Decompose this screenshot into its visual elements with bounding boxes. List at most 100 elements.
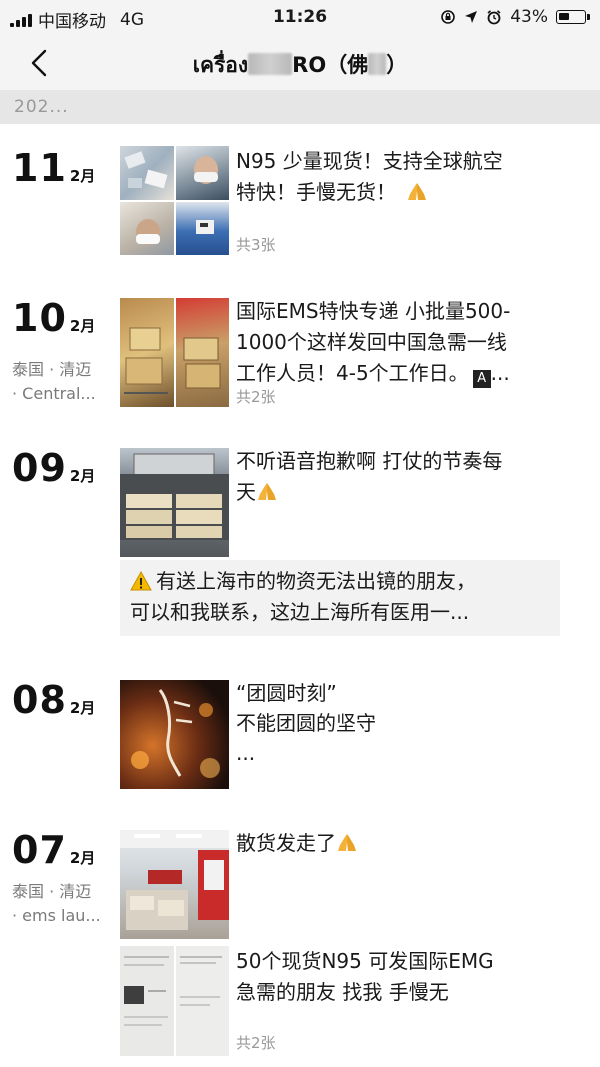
post-month: 2月 [69,167,96,185]
post-text: “团圆时刻” 不能团圆的坚守 ... [236,678,576,768]
post-date: 10 2月 [12,296,95,340]
alarm-icon [487,10,501,25]
photo-grid[interactable] [120,946,229,1056]
photo-thumbnail[interactable] [120,146,174,200]
photo-thumbnail[interactable] [120,830,229,939]
post-text-line: “团圆时刻” [236,681,337,705]
status-icons: 43% [440,7,590,27]
photo-detail [179,956,222,1006]
post-month: 2月 [69,699,96,717]
photo-grid[interactable] [120,146,229,255]
redaction-blur [368,53,387,75]
moment-post[interactable]: 11 2月 N95 少量现货！支持全球航空 特快！手慢无货！ 共3张 [0,146,600,266]
photo-detail [183,337,220,389]
post-date: 08 2月 [12,678,95,722]
photo-detail [195,219,214,234]
shared-text-line: 可以和我联系，这边上海所有医用一... [130,600,470,624]
moment-post[interactable]: 07 2月 泰国 · 清迈 · ems lau... 散货发走了 50个现货N95… [0,828,600,1058]
post-text-line: 不能团圆的坚守 [236,711,376,735]
photo-thumbnail[interactable] [120,448,229,557]
photo-grid[interactable] [120,680,229,789]
redaction-blur [248,53,293,75]
photo-thumbnail[interactable] [175,946,229,1056]
photo-thumbnail[interactable] [120,298,174,407]
post-text-line: N95 少量现货！支持全球航空 [236,149,503,173]
post-month: 2月 [69,467,96,485]
post-text-line: ... [236,741,256,765]
photo-detail [120,830,229,930]
photo-detail [124,151,168,189]
year-header: 202... [0,90,600,124]
photo-count: 共2张 [236,1034,276,1052]
shared-text-line: 有送上海市的物资无法出镜的朋友， [156,569,476,593]
post-month: 2月 [69,849,96,867]
photo-detail [136,218,160,245]
post-text-line: 天 [236,480,256,504]
nav-bar: เครื่อง RO（佛 ） [0,36,600,90]
shared-article-card[interactable]: 有送上海市的物资无法出镜的朋友， 可以和我联系，这边上海所有医用一... [120,560,560,636]
photo-grid[interactable] [120,448,229,557]
moment-post[interactable]: 08 2月 “团圆时刻” 不能团圆的坚守 ... [0,678,600,798]
praying-hands-icon [338,834,356,851]
post-text-line: 特快！手慢无货！ [236,180,396,204]
post-text: N95 少量现货！支持全球航空 特快！手慢无货！ [236,146,576,208]
post-text-line: 不听语音抱歉啊 打仗的节奏每 [236,449,503,473]
photo-thumbnail[interactable] [175,146,229,200]
moment-post[interactable]: 09 2月 不听语音抱歉啊 打仗的节奏每 天 有送上海市的物资无法出镜的朋友， 可… [0,446,600,646]
post-day: 07 [12,828,67,872]
moment-post[interactable]: 10 2月 泰国 · 清迈 · Central... 国际EMS特快专递 小批量5… [0,296,600,416]
post-text-line: 急需的朋友 找我 手慢无 [236,980,449,1004]
post-day: 10 [12,296,67,340]
battery-icon [556,10,590,24]
battery-level-fill [559,13,570,20]
page-title-start: เครื่อง [192,53,249,77]
page-title-middle: RO（佛 [292,53,369,77]
post-month: 2月 [69,317,96,335]
praying-hands-icon [258,483,276,500]
photo-thumbnail[interactable] [120,201,174,255]
location-line: · Central... [12,384,96,403]
lock-rotation-icon [441,10,456,24]
year-label: 202... [14,97,69,117]
photo-detail [131,689,220,778]
post-day: 11 [12,146,67,190]
emoji-icon: A [472,370,491,388]
photo-detail [124,327,168,394]
location-arrow-icon [465,11,478,23]
post-text: 50个现货N95 可发国际EMG 急需的朋友 找我 手慢无 [236,946,576,1008]
post-day: 09 [12,446,67,490]
location-line: · ems lau... [12,906,101,925]
post-location[interactable]: 泰国 · 清迈 · ems lau... [12,880,112,928]
post-text-line: 50个现货N95 可发国际EMG [236,949,494,973]
post-text: 国际EMS特快专递 小批量500- 1000个这样发回中国急需一线 工作人员！4… [236,296,576,389]
photo-thumbnail[interactable] [175,298,229,407]
photo-detail [124,956,169,1026]
status-bar: 中国移动 4G 11:26 43% [0,0,600,36]
photo-count: 共2张 [236,388,276,406]
post-location[interactable]: 泰国 · 清迈 · Central... [12,358,112,406]
post-day: 08 [12,678,67,722]
battery-percent: 43% [510,7,548,27]
page-title-end: ） [386,53,408,77]
photo-thumbnail[interactable] [120,946,174,1056]
post-date: 09 2月 [12,446,95,490]
photo-count: 共3张 [236,236,276,254]
photo-grid[interactable] [120,298,229,407]
page-title: เครื่อง RO（佛 ） [0,49,600,82]
photo-detail [193,156,218,184]
post-text-line: 1000个这样发回中国急需一线 [236,330,507,354]
location-line: 泰国 · 清迈 [12,882,92,901]
post-text: 不听语音抱歉啊 打仗的节奏每 天 [236,446,576,508]
praying-hands-icon [408,183,426,200]
post-text-line: 散货发走了 [236,831,336,855]
post-text-line: 国际EMS特快专递 小批量500- [236,299,511,323]
warning-icon [130,570,152,591]
photo-detail [120,453,229,540]
photo-thumbnail[interactable] [120,680,229,789]
location-line: 泰国 · 清迈 [12,360,92,379]
post-text-line: 工作人员！4-5个工作日。 [236,361,469,385]
photo-grid[interactable] [120,830,229,939]
post-date: 11 2月 [12,146,95,190]
post-date: 07 2月 [12,828,95,872]
photo-thumbnail[interactable] [175,201,229,255]
